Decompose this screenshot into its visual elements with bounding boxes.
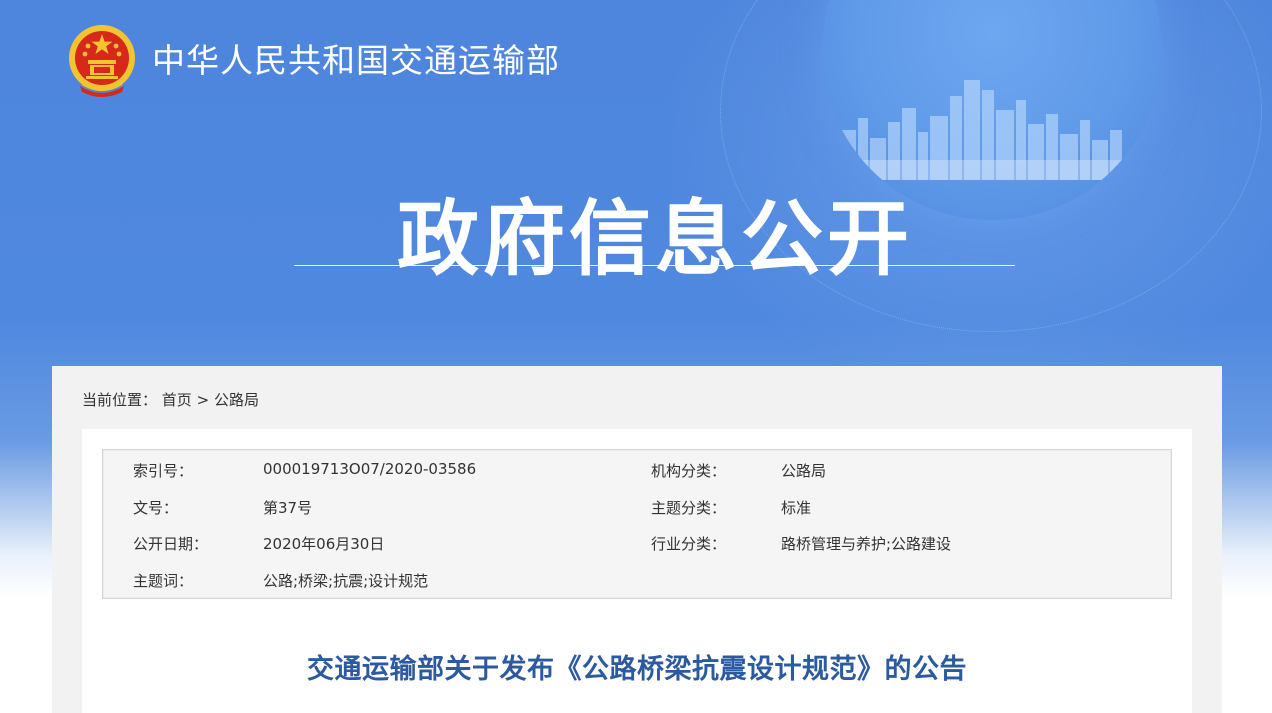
metadata-row: 主题词： 公路;桥梁;抗震;设计规范 [103, 570, 1171, 594]
breadcrumb: 当前位置： 首页 > 公路局 [82, 389, 259, 410]
metadata-value: 2020年06月30日 [263, 535, 385, 553]
article-container: 索引号： 000019713O07/2020-03586 机构分类： 公路局 文… [82, 429, 1192, 713]
metadata-value: 公路;桥梁;抗震;设计规范 [263, 572, 429, 590]
metadata-row: 索引号： 000019713O07/2020-03586 机构分类： 公路局 [103, 460, 1171, 484]
metadata-row: 公开日期： 2020年06月30日 行业分类： 路桥管理与养护;公路建设 [103, 533, 1171, 557]
national-emblem-icon [69, 25, 135, 97]
metadata-value: 000019713O07/2020-03586 [263, 460, 477, 478]
metadata-label: 主题分类： [651, 499, 727, 517]
breadcrumb-home-link[interactable]: 首页 [162, 389, 192, 410]
metadata-value: 第37号 [263, 499, 313, 517]
document-title: 交通运输部关于发布《公路桥梁抗震设计规范》的公告 [307, 654, 967, 685]
metadata-value: 标准 [781, 499, 812, 517]
metadata-value: 路桥管理与养护;公路建设 [781, 535, 952, 553]
metadata-label: 文号： [133, 499, 179, 517]
metadata-label: 主题词： [133, 572, 194, 590]
metadata-label: 行业分类： [651, 535, 727, 553]
heading-divider [294, 265, 1015, 266]
site-title: 中华人民共和国交通运输部 [152, 41, 560, 80]
skyline-graphic [822, 80, 1162, 180]
breadcrumb-prefix: 当前位置： [82, 391, 158, 409]
metadata-row: 文号： 第37号 主题分类： 标准 [103, 497, 1171, 521]
metadata-label: 公开日期： [133, 535, 209, 553]
breadcrumb-separator: > [196, 391, 210, 409]
page-heading: 政府信息公开 [396, 192, 913, 287]
document-metadata-table: 索引号： 000019713O07/2020-03586 机构分类： 公路局 文… [102, 449, 1172, 599]
breadcrumb-current-link[interactable]: 公路局 [214, 389, 259, 410]
metadata-label: 机构分类： [651, 462, 727, 480]
metadata-value: 公路局 [781, 462, 827, 480]
content-panel: 当前位置： 首页 > 公路局 索引号： 000019713O07/2020-03… [52, 366, 1222, 713]
metadata-label: 索引号： [133, 462, 194, 480]
